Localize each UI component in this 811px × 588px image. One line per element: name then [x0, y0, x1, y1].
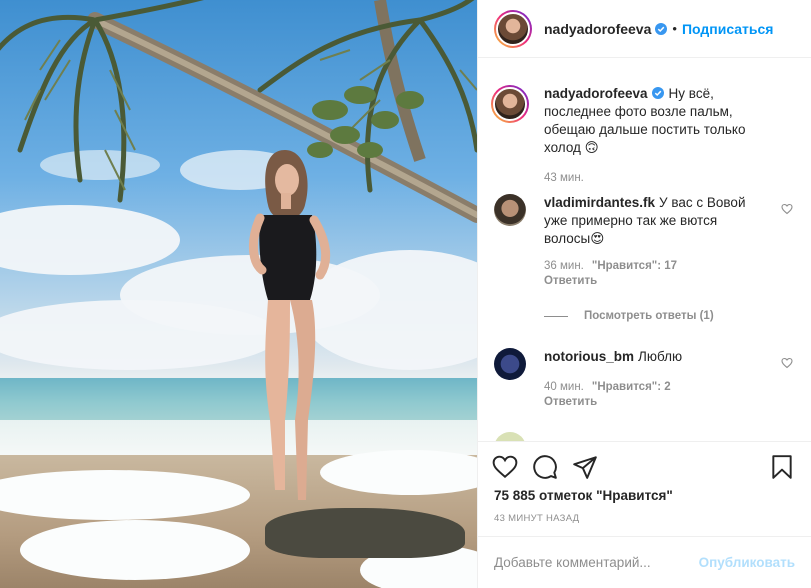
commenter-avatar[interactable]: [494, 348, 526, 380]
comment-text: Люблю: [638, 349, 683, 364]
commenter-avatar[interactable]: [494, 194, 526, 226]
palm-trees-illustration: [0, 0, 477, 500]
comment-username[interactable]: notorious_bm: [544, 349, 634, 364]
view-replies-button[interactable]: Посмотреть ответы (1): [544, 310, 714, 322]
separator-dot: •: [672, 21, 677, 36]
post-header: nadyadorofeeva • Подписаться: [478, 0, 811, 58]
caption-avatar-image: [493, 87, 527, 121]
post-side-panel: nadyadorofeeva • Подписаться nadyadorofe…: [477, 0, 811, 588]
commenter-avatar[interactable]: [494, 432, 526, 441]
post-actions: 75 885 отметок "Нравится" 43 МИНУТ НАЗАД…: [478, 441, 811, 588]
comment-likes[interactable]: "Нравится": 2: [592, 381, 671, 393]
comment-meta: 40 мин. "Нравится": 2 Ответить: [544, 380, 764, 410]
bookmark-icon[interactable]: [769, 454, 795, 480]
caption-avatar[interactable]: [491, 85, 529, 123]
post-photo[interactable]: [0, 0, 477, 588]
person-figure: [249, 150, 331, 500]
author-avatar[interactable]: [494, 9, 532, 48]
reply-button[interactable]: Ответить: [544, 274, 764, 289]
comment-icon[interactable]: [532, 454, 558, 480]
verified-badge-icon: [651, 87, 664, 99]
comment-time[interactable]: 36 мин.: [544, 260, 584, 272]
comment-time[interactable]: 40 мин.: [544, 381, 584, 393]
likes-count[interactable]: 75 885 отметок "Нравится": [478, 480, 811, 503]
publish-button[interactable]: Опубликовать: [699, 555, 795, 570]
caption-row: nadyadorofeeva Ну всё, последнее фото воз…: [491, 85, 795, 186]
reply-button[interactable]: Ответить: [544, 395, 764, 410]
heart-icon[interactable]: [781, 357, 793, 369]
author-username[interactable]: nadyadorofeeva: [544, 21, 651, 37]
paper-plane-icon[interactable]: [572, 454, 598, 480]
heart-icon[interactable]: [781, 203, 793, 215]
view-replies-label: Посмотреть ответы (1): [584, 310, 714, 322]
caption-username[interactable]: nadyadorofeeva: [544, 86, 648, 101]
comments-list[interactable]: nadyadorofeeva Ну всё, последнее фото воз…: [478, 58, 811, 441]
post-timestamp[interactable]: 43 МИНУТ НАЗАД: [478, 503, 811, 524]
comment-body: vladimirdantes.fk У вас с Вовой уже приме…: [544, 194, 764, 289]
comment-likes[interactable]: "Нравится": 17: [592, 260, 677, 272]
action-icons: [478, 442, 811, 480]
instagram-post: nadyadorofeeva • Подписаться nadyadorofe…: [0, 0, 811, 588]
view-replies-line: [544, 315, 568, 317]
follow-button[interactable]: Подписаться: [682, 21, 774, 37]
author-avatar-image: [496, 11, 530, 46]
comment-composer: Опубликовать: [478, 536, 811, 588]
comment-item: vladimirdantes.fk У вас с Вовой уже приме…: [494, 194, 795, 289]
comment-item-partial: [494, 432, 795, 441]
comment-input[interactable]: [494, 555, 699, 570]
verified-badge-icon: [655, 22, 668, 35]
caption-time[interactable]: 43 мин.: [544, 171, 764, 186]
comment-item: notorious_bm Люблю 40 мин. "Нравится": 2 О…: [494, 348, 795, 410]
comment-username[interactable]: vladimirdantes.fk: [544, 195, 655, 210]
comment-body: notorious_bm Люблю 40 мин. "Нравится": 2 О…: [544, 348, 764, 410]
heart-icon[interactable]: [492, 454, 518, 480]
caption-body: nadyadorofeeva Ну всё, последнее фото воз…: [544, 85, 764, 186]
comment-meta: 36 мин. "Нравится": 17 Ответить: [544, 259, 764, 289]
